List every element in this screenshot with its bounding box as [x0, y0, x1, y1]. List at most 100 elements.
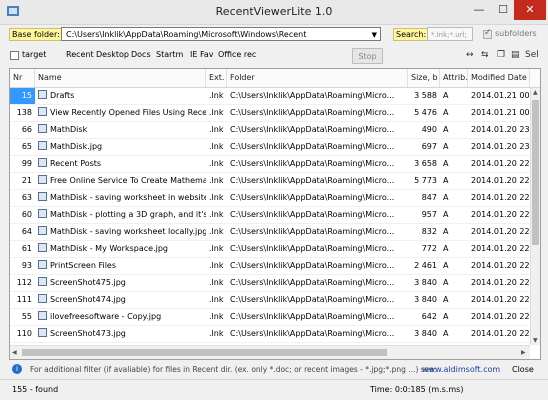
cell-text: .lnk: [209, 125, 224, 134]
cell-text: C:\Users\Inklik\AppData\Roaming\Micro...: [230, 227, 395, 236]
col-folder[interactable]: Folder: [227, 69, 408, 87]
cell-text: MathDisk.jpg: [50, 142, 103, 151]
sel-label[interactable]: Sel: [525, 50, 539, 60]
table-row[interactable]: 63 MathDisk - saving worksheet in website…: [10, 190, 530, 207]
cell-text: 3 588: [414, 91, 437, 100]
cell-text: A: [443, 193, 449, 202]
table-row[interactable]: 66 MathDisk .lnk C:\Users\Inklik\AppData\Ro…: [10, 122, 530, 139]
cell-ext: .lnk: [206, 241, 227, 257]
startm-button[interactable]: Startm: [156, 50, 183, 59]
table-row[interactable]: 93 PrintScreen Files .lnk C:\Users\Inklik\A…: [10, 258, 530, 275]
minimize-button[interactable]: —: [468, 0, 490, 20]
table-row[interactable]: 61 MathDisk - My Workspace.jpg .lnk C:\User…: [10, 241, 530, 258]
table-row[interactable]: 99 Recent Posts .lnk C:\Users\Inklik\AppDat…: [10, 156, 530, 173]
close-window-button[interactable]: ✕: [514, 0, 546, 20]
table-row[interactable]: 60 MathDisk - plotting a 3D graph, and it…: [10, 207, 530, 224]
cell-text: A: [443, 278, 449, 287]
table-row[interactable]: 21 Free Online Service To Create Mathemat…: [10, 173, 530, 190]
cell-attr: A: [440, 122, 468, 138]
table-row[interactable]: 65 MathDisk.jpg .lnk C:\Users\Inklik\AppDat…: [10, 139, 530, 156]
cell-text: A: [443, 91, 449, 100]
table-row[interactable]: 55 ilovefreesoftware - Copy.jpg .lnk C:\Use…: [10, 309, 530, 326]
cell-text: 55: [21, 312, 32, 321]
cell-text: A: [443, 261, 449, 270]
scroll-up-icon[interactable]: ▲: [533, 89, 538, 96]
cell-text: 2014.01.20 23:12: [471, 142, 530, 151]
office-rec-button[interactable]: Office rec: [218, 50, 256, 59]
vertical-scroll-thumb[interactable]: [532, 100, 539, 245]
expand-columns-icon[interactable]: ↔: [466, 50, 474, 60]
file-shortcut-icon: [38, 175, 47, 184]
cell-text: 2014.01.20 22:49: [471, 227, 530, 236]
cell-text: 2014.01.20 22:48: [471, 278, 530, 287]
cell-text: 2014.01.20 22:49: [471, 210, 530, 219]
cell-date: 2014.01.20 22:50: [468, 190, 530, 206]
cell-text: 2014.01.20 22:44: [471, 295, 530, 304]
desktop-button[interactable]: Desktop: [96, 50, 129, 59]
cell-text: 2014.01.20 22:48: [471, 261, 530, 270]
stop-button[interactable]: Stop: [352, 48, 383, 64]
cell-text: .lnk: [209, 159, 224, 168]
table-row[interactable]: 112 ScreenShot475.jpg .lnk C:\Users\Inklik\…: [10, 275, 530, 292]
file-grid[interactable]: Nr Name Ext. Folder Size, b Attrib. Modi…: [9, 68, 541, 360]
table-row[interactable]: 64 MathDisk - saving worksheet locally.jp…: [10, 224, 530, 241]
search-input[interactable]: *.lnk;*.url;: [427, 27, 473, 41]
cell-nr: 61: [10, 241, 35, 257]
col-name[interactable]: Name: [35, 69, 206, 87]
copy-icon[interactable]: ❐: [497, 50, 505, 60]
cell-size: 832: [408, 224, 440, 240]
subfolders-checkbox[interactable]: [483, 28, 492, 39]
cell-size: 3 658: [408, 156, 440, 172]
cell-text: ScreenShot475.jpg: [50, 278, 126, 287]
target-checkbox[interactable]: [10, 51, 19, 60]
scroll-right-icon[interactable]: ▶: [521, 349, 526, 356]
website-link[interactable]: www.aldimsoft.com: [422, 365, 500, 374]
base-folder-select[interactable]: C:\Users\Inklik\AppData\Roaming\Microsof…: [61, 27, 381, 41]
cell-text: 5 773: [414, 176, 437, 185]
cell-text: .lnk: [209, 142, 224, 151]
table-row[interactable]: 110 ScreenShot473.jpg .lnk C:\Users\Inklik\…: [10, 326, 530, 343]
table-row[interactable]: 111 ScreenShot474.jpg .lnk C:\Users\Inklik\…: [10, 292, 530, 309]
docs-button[interactable]: Docs: [131, 50, 151, 59]
col-nr[interactable]: Nr: [10, 69, 35, 87]
vertical-scrollbar[interactable]: ▲ ▼: [530, 88, 540, 345]
close-button[interactable]: Close: [512, 365, 534, 374]
horizontal-scroll-thumb[interactable]: [22, 349, 387, 356]
arrows-icon[interactable]: ⇆: [481, 50, 489, 60]
cell-name: PrintScreen Files: [35, 258, 206, 274]
scroll-down-icon[interactable]: ▼: [533, 337, 538, 344]
cell-name: MathDisk: [35, 122, 206, 138]
horizontal-scrollbar[interactable]: ◀ ▶: [10, 345, 530, 359]
cell-name: Drafts: [35, 88, 206, 104]
cell-text: 642: [421, 312, 437, 321]
cell-attr: A: [440, 173, 468, 189]
maximize-button[interactable]: ☐: [492, 0, 514, 20]
cell-text: ScreenShot474.jpg: [50, 295, 126, 304]
save-icon[interactable]: ▤: [511, 50, 520, 60]
col-size[interactable]: Size, b: [408, 69, 440, 87]
cell-text: .lnk: [209, 176, 224, 185]
ie-fav-button[interactable]: IE Fav: [190, 50, 213, 59]
cell-folder: C:\Users\Inklik\AppData\Roaming\Micro...: [227, 326, 408, 342]
chevron-down-icon[interactable]: ▼: [372, 28, 377, 42]
cell-folder: C:\Users\Inklik\AppData\Roaming\Micro...: [227, 173, 408, 189]
cell-text: Free Online Service To Create Mathemat..…: [50, 176, 206, 185]
scroll-left-icon[interactable]: ◀: [12, 349, 17, 356]
cell-text: C:\Users\Inklik\AppData\Roaming\Micro...: [230, 193, 395, 202]
cell-text: 60: [21, 210, 32, 219]
table-row[interactable]: 15 Drafts .lnk C:\Users\Inklik\AppData\Roam…: [10, 88, 530, 105]
recent-button[interactable]: Recent: [66, 50, 94, 59]
col-modified-date[interactable]: Modified Date: [468, 69, 530, 87]
cell-text: .lnk: [209, 295, 224, 304]
cell-date: 2014.01.20 22:49: [468, 241, 530, 257]
table-row[interactable]: 138 View Recently Opened Files Using Rece…: [10, 105, 530, 122]
cell-text: C:\Users\Inklik\AppData\Roaming\Micro...: [230, 108, 395, 117]
base-folder-label: Base folder:: [9, 28, 63, 41]
col-ext[interactable]: Ext.: [206, 69, 227, 87]
file-shortcut-icon: [38, 226, 47, 235]
cell-nr: 110: [10, 326, 35, 342]
col-attrib[interactable]: Attrib.: [440, 69, 468, 87]
window-title: RecentViewerLite 1.0: [215, 5, 333, 18]
cell-nr: 112: [10, 275, 35, 291]
cell-text: A: [443, 244, 449, 253]
